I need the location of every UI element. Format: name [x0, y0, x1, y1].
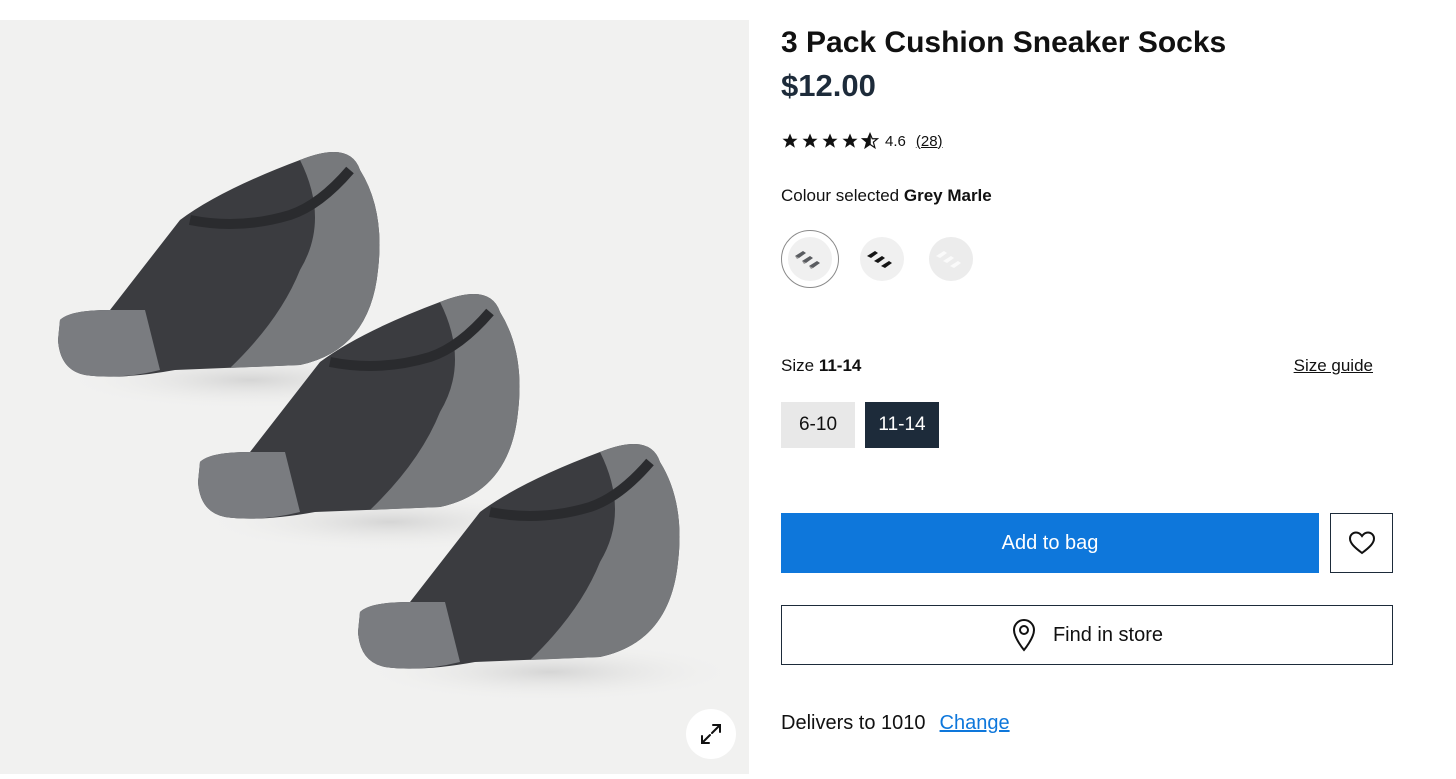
- star-icon: [822, 133, 838, 148]
- size-selected: Size 11-14: [781, 356, 861, 376]
- half-star-icon: [861, 132, 879, 150]
- size-value: 11-14: [818, 356, 862, 375]
- swatch-black[interactable]: [853, 230, 911, 288]
- product-rating: 4.6 (28): [781, 130, 943, 152]
- star-rating: [781, 132, 879, 150]
- swatch-image: [929, 237, 973, 281]
- star-icon: [782, 133, 798, 148]
- swatch-white[interactable]: [922, 230, 980, 288]
- sock-thumbnail-icon: [936, 251, 961, 268]
- heart-icon: [1348, 531, 1375, 555]
- star-icon: [802, 133, 818, 148]
- product-title: 3 Pack Cushion Sneaker Socks: [781, 26, 1227, 59]
- expand-image-button[interactable]: [686, 709, 736, 759]
- sock-thumbnail-icon: [867, 251, 892, 268]
- size-option-6-10[interactable]: 6-10: [781, 402, 855, 448]
- swatch-image: [788, 237, 832, 281]
- expand-icon: [701, 724, 721, 744]
- rating-value: 4.6: [885, 132, 906, 150]
- review-count-link[interactable]: (28): [916, 133, 943, 150]
- location-pin-icon: [1012, 618, 1035, 652]
- add-to-bag-button[interactable]: Add to bag: [781, 513, 1319, 573]
- colour-value: Grey Marle: [903, 186, 992, 205]
- swatch-grey-marle[interactable]: [781, 230, 839, 288]
- product-image: [58, 152, 740, 702]
- change-postcode-link[interactable]: Change: [940, 712, 1010, 735]
- size-label: Size: [781, 356, 815, 375]
- product-image-gallery[interactable]: [0, 20, 749, 774]
- product-price: $12.00: [781, 68, 876, 103]
- colour-selected: Colour selected Grey Marle: [781, 186, 992, 206]
- colour-label: Colour selected: [781, 186, 900, 205]
- find-in-store-button[interactable]: Find in store: [781, 605, 1393, 665]
- swatch-image: [860, 237, 904, 281]
- find-in-store-label: Find in store: [1052, 623, 1164, 646]
- star-icon: [842, 133, 858, 148]
- delivery-text: Delivers to 1010: [781, 712, 926, 734]
- delivery-info: Delivers to 1010 Change: [781, 712, 1010, 735]
- size-option-11-14[interactable]: 11-14: [865, 402, 939, 448]
- size-guide-link[interactable]: Size guide: [1294, 356, 1373, 376]
- wishlist-button[interactable]: [1330, 513, 1393, 573]
- sock-thumbnail-icon: [795, 251, 820, 269]
